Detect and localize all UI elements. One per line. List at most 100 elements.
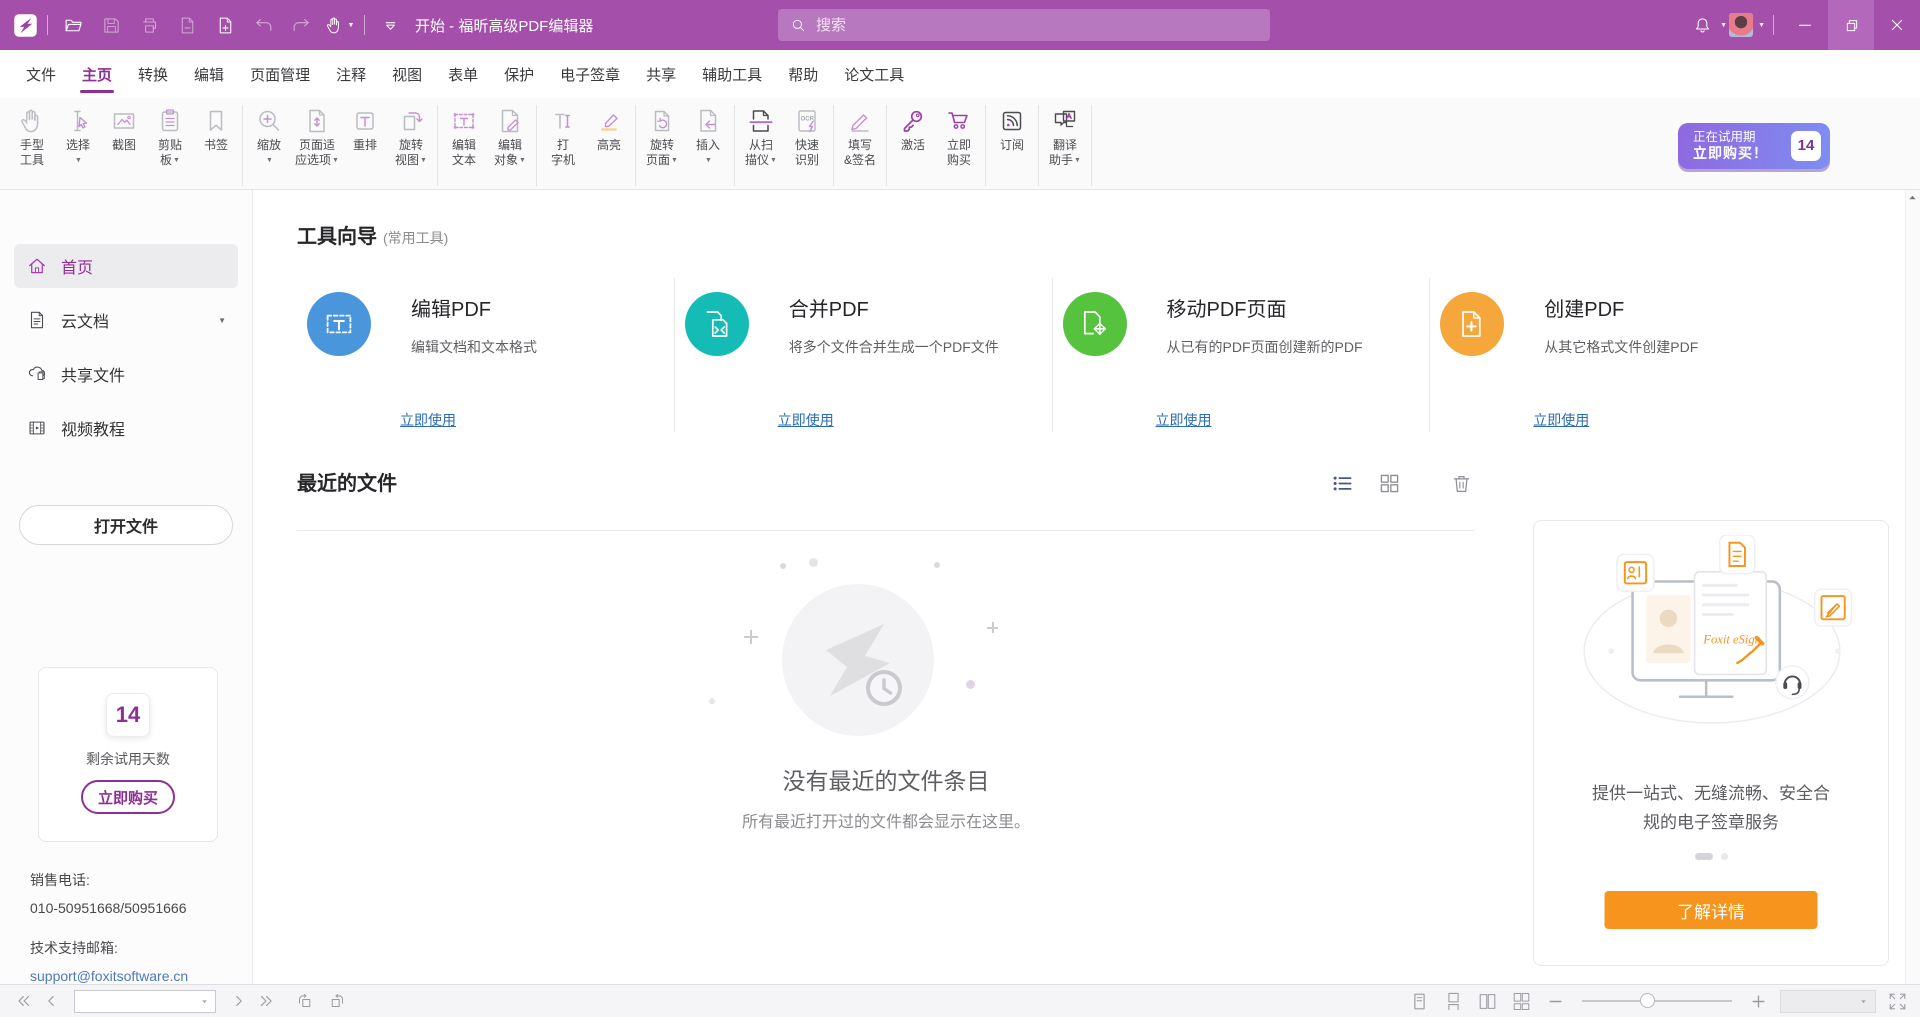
scroll-up-icon[interactable]	[1906, 191, 1919, 204]
use-now-link[interactable]: 立即使用	[400, 410, 456, 430]
cloud-doc-icon	[26, 309, 48, 331]
sidebar-item-video-tutorials[interactable]: 视频教程 ▼	[14, 406, 238, 450]
highlight-button[interactable]: 高亮 ▼	[586, 105, 632, 186]
hand-mode-button[interactable]: ▼	[322, 8, 356, 42]
clipboard-button[interactable]: 剪贴 板▼	[147, 105, 193, 186]
rotate-view-button[interactable]: 旋转 视图▼	[388, 105, 434, 186]
last-page-button[interactable]	[254, 988, 280, 1014]
edit-object-button[interactable]: 编辑 对象▼	[487, 105, 533, 186]
continuous-view-button[interactable]	[1441, 989, 1466, 1014]
carousel-dot[interactable]	[1721, 853, 1728, 860]
content-scrollbar[interactable]	[1905, 190, 1920, 984]
single-page-view-button[interactable]	[1407, 989, 1432, 1014]
use-now-link[interactable]: 立即使用	[1156, 410, 1212, 430]
collapse-ribbon-button[interactable]	[373, 8, 407, 42]
buy-now-button[interactable]: 立即购买	[81, 780, 175, 814]
bookmark-button[interactable]: 书签 ▼	[193, 105, 239, 186]
trial-purchase-badge[interactable]: 正在试用期 立即购买！ 14	[1678, 123, 1830, 169]
global-search[interactable]	[778, 9, 1270, 41]
facing-continuous-view-button[interactable]	[1509, 989, 1534, 1014]
menu-tab-form[interactable]: 表单	[435, 50, 491, 98]
home-icon	[26, 255, 48, 277]
close-button[interactable]	[1874, 0, 1920, 50]
redo-button[interactable]: ▼	[284, 8, 318, 42]
menu-tab-file[interactable]: 文件	[13, 50, 69, 98]
menu-tab-convert[interactable]: 转换	[125, 50, 181, 98]
list-view-button[interactable]	[1329, 470, 1356, 497]
subscribe-button[interactable]: 订阅 ▼	[989, 105, 1035, 186]
page-fit-button[interactable]: 页面适 应选项▼	[292, 105, 342, 186]
carousel-dot-active[interactable]	[1695, 853, 1713, 860]
statusbar	[0, 984, 1920, 1017]
support-email-link[interactable]: support@foxitsoftware.cn	[30, 962, 188, 990]
zoom-button[interactable]: 缩放 ▼	[246, 105, 292, 186]
save-button[interactable]: ▼	[94, 8, 128, 42]
toolbar-group: 从扫 描仪▼ OCR 快速 识别▼	[735, 105, 834, 186]
next-page-button[interactable]	[226, 988, 252, 1014]
edit-text-button[interactable]: 编辑 文本▼	[441, 105, 487, 186]
add-page-button[interactable]: ▼	[208, 8, 242, 42]
restore-button[interactable]	[1828, 0, 1874, 50]
sidebar-item-shared-files[interactable]: 共享文件 ▼	[14, 352, 238, 396]
undo-icon	[253, 15, 274, 36]
edit-object-icon	[495, 106, 525, 136]
translate-button[interactable]: 翻译 助手▼	[1042, 105, 1088, 186]
insert-button[interactable]: 插入 ▼	[685, 105, 731, 186]
rotate-left-button[interactable]	[292, 988, 318, 1014]
menu-tab-comment[interactable]: 注释	[323, 50, 379, 98]
hand-tool-button[interactable]: 手型 工具▼	[9, 105, 55, 186]
open-file-sidebar-button[interactable]: 打开文件	[19, 505, 233, 545]
titlebar-right: ▼ ▼	[1687, 0, 1920, 50]
zoom-slider-thumb[interactable]	[1640, 993, 1655, 1008]
zoom-slider[interactable]	[1582, 1000, 1732, 1002]
open-file-button[interactable]: ▼	[56, 8, 90, 42]
menu-tab-share[interactable]: 共享	[633, 50, 689, 98]
facing-view-button[interactable]	[1475, 989, 1500, 1014]
user-avatar[interactable]	[1729, 13, 1753, 37]
statusbar-right	[1407, 989, 1910, 1014]
quick-ocr-button[interactable]: OCR 快速 识别▼	[784, 105, 830, 186]
rotate-pages-button[interactable]: 旋转 页面▼	[639, 105, 685, 186]
sidebar-item-home[interactable]: 首页 ▼	[14, 244, 238, 288]
print-button[interactable]: ▼	[132, 8, 166, 42]
from-scanner-button[interactable]: 从扫 描仪▼	[738, 105, 784, 186]
notifications-button[interactable]	[1687, 8, 1717, 42]
zoom-in-button[interactable]	[1746, 989, 1771, 1014]
caret-down-icon[interactable]: ▼	[1720, 22, 1727, 29]
search-input[interactable]	[816, 17, 1258, 34]
menu-tab-protect[interactable]: 保护	[491, 50, 547, 98]
minimize-button[interactable]	[1782, 0, 1828, 50]
menu-tab-help[interactable]: 帮助	[775, 50, 831, 98]
zoom-level-combo[interactable]	[1780, 990, 1876, 1013]
fullscreen-button[interactable]	[1885, 989, 1910, 1014]
caret-down-icon[interactable]: ▼	[1758, 22, 1765, 29]
clear-recent-button[interactable]	[1449, 471, 1474, 496]
reflow-button[interactable]: 重排 ▼	[342, 105, 388, 186]
menu-tab-edit[interactable]: 编辑	[181, 50, 237, 98]
menu-tab-organize[interactable]: 页面管理	[237, 50, 323, 98]
learn-more-button[interactable]: 了解详情	[1605, 891, 1818, 929]
rotate-right-button[interactable]	[324, 988, 350, 1014]
caret-down-icon[interactable]: ▼	[218, 316, 226, 325]
purchase-button[interactable]: 立即 购买▼	[936, 105, 982, 186]
grid-view-button[interactable]	[1376, 470, 1403, 497]
activate-button[interactable]: 激活 ▼	[890, 105, 936, 186]
typewriter-button[interactable]: 打 字机▼	[540, 105, 586, 186]
use-now-link[interactable]: 立即使用	[778, 410, 834, 430]
titlebar-separator	[1773, 15, 1774, 35]
snapshot-button[interactable]: 截图 ▼	[101, 105, 147, 186]
menu-tab-paper-tools[interactable]: 论文工具	[831, 50, 917, 98]
toolbar-group: 翻译 助手▼	[1039, 105, 1092, 186]
fill-sign-button[interactable]: 填写 &签名▼	[837, 105, 883, 186]
menu-tab-home[interactable]: 主页	[69, 50, 125, 98]
undo-button[interactable]: ▼	[246, 8, 280, 42]
zoom-out-button[interactable]	[1543, 989, 1568, 1014]
menu-tab-esign[interactable]: 电子签章	[547, 50, 633, 98]
select-button[interactable]: 选择 ▼	[55, 105, 101, 186]
sidebar-item-cloud-docs[interactable]: 云文档 ▼	[14, 298, 238, 342]
use-now-link[interactable]: 立即使用	[1533, 410, 1589, 430]
menu-tab-view[interactable]: 视图	[379, 50, 435, 98]
export-page-button[interactable]: ▼	[170, 8, 204, 42]
decor-sparkle	[744, 630, 758, 644]
menu-tab-accessibility[interactable]: 辅助工具	[689, 50, 775, 98]
